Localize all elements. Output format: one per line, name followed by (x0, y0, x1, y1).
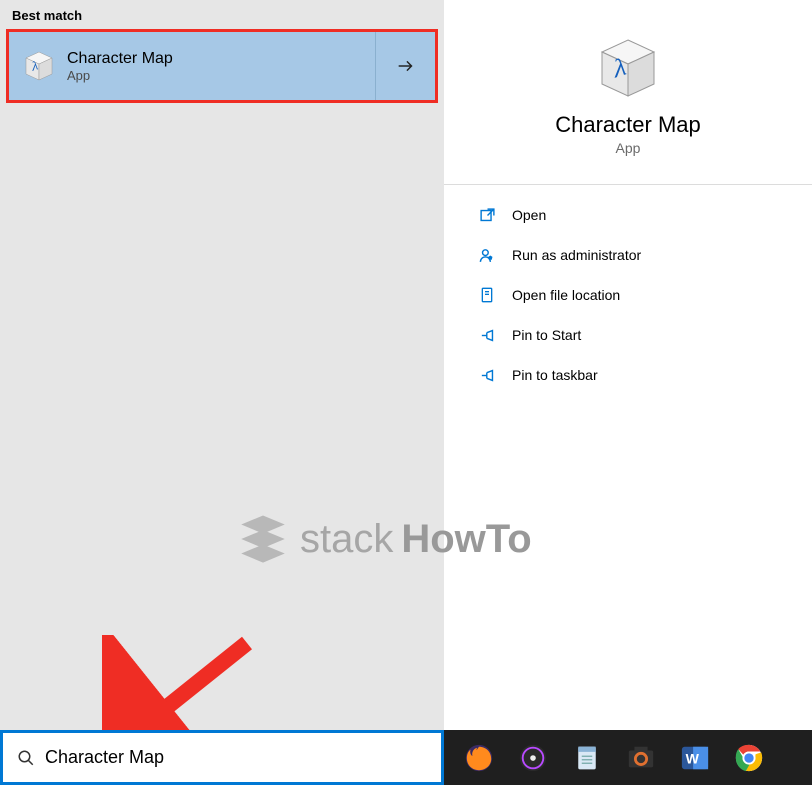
divider (444, 184, 812, 185)
word-icon[interactable]: W (678, 741, 712, 775)
media-icon[interactable] (516, 741, 550, 775)
watermark-word1: stack (300, 517, 393, 562)
result-text: Character Map App (67, 49, 173, 84)
app-title: Character Map (454, 112, 802, 138)
arrow-right-icon (395, 55, 417, 77)
folder-icon (478, 286, 496, 304)
search-input[interactable] (45, 747, 431, 768)
action-pin-taskbar[interactable]: Pin to taskbar (478, 355, 794, 395)
detail-pane: Character Map App Open Run as administra… (444, 0, 812, 730)
character-map-icon (596, 36, 660, 100)
expand-arrow-button[interactable] (375, 32, 435, 100)
pin-icon (478, 326, 496, 344)
action-run-admin[interactable]: Run as administrator (478, 235, 794, 275)
taskbar: W (0, 730, 812, 785)
section-best-match: Best match (0, 0, 444, 29)
action-open[interactable]: Open (478, 195, 794, 235)
search-icon (17, 749, 35, 767)
watermark-word2: HowTo (401, 517, 531, 562)
character-map-icon (23, 50, 55, 82)
app-subtitle: App (454, 140, 802, 156)
result-title: Character Map (67, 49, 173, 68)
action-label: Pin to taskbar (512, 367, 598, 383)
search-results-pane: Best match Character Map App (0, 0, 444, 730)
action-label: Open file location (512, 287, 620, 303)
action-list: Open Run as administrator Open file loca… (444, 195, 812, 395)
stack-icon (234, 510, 292, 568)
camera-icon[interactable] (624, 741, 658, 775)
action-label: Pin to Start (512, 327, 581, 343)
action-pin-start[interactable]: Pin to Start (478, 315, 794, 355)
action-label: Run as administrator (512, 247, 641, 263)
best-match-result[interactable]: Character Map App (6, 29, 438, 103)
admin-icon (478, 246, 496, 264)
watermark: stackHowTo (234, 510, 532, 568)
action-label: Open (512, 207, 546, 223)
svg-text:W: W (686, 750, 700, 766)
firefox-icon[interactable] (462, 741, 496, 775)
chrome-icon[interactable] (732, 741, 766, 775)
pin-icon (478, 366, 496, 384)
app-header: Character Map App (444, 0, 812, 184)
result-subtitle: App (67, 68, 173, 84)
open-icon (478, 206, 496, 224)
search-box[interactable] (0, 730, 444, 785)
action-open-location[interactable]: Open file location (478, 275, 794, 315)
taskbar-apps: W (444, 730, 812, 785)
result-main-area[interactable]: Character Map App (9, 32, 375, 100)
notepad-icon[interactable] (570, 741, 604, 775)
